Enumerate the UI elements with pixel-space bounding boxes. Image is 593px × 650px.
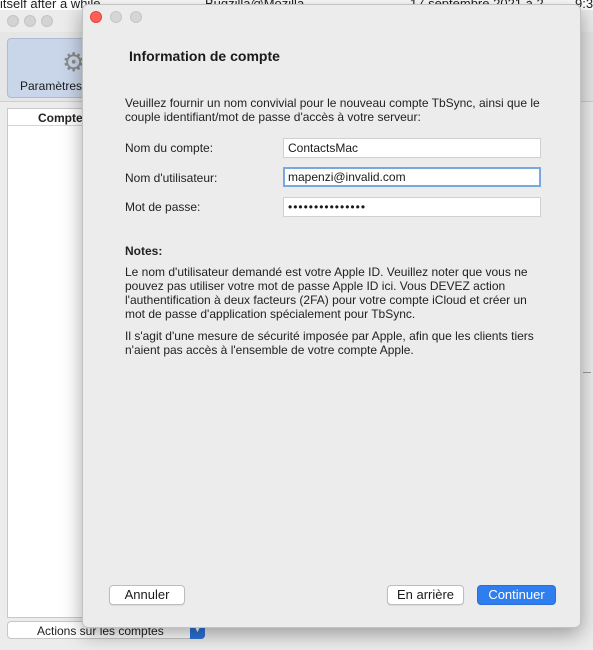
username-label: Nom d'utilisateur:: [125, 171, 218, 185]
password-label: Mot de passe:: [125, 200, 201, 214]
preferences-button[interactable]: ⚙ Paramètres: [7, 38, 87, 98]
accounts-column-label: Compte: [38, 111, 83, 125]
cancel-button[interactable]: Annuler: [109, 585, 185, 605]
zoom-icon: [130, 11, 142, 23]
minimize-icon: [110, 11, 122, 23]
back-close-icon[interactable]: [7, 15, 19, 27]
notes-paragraph-1: Le nom d'utilisateur demandé est votre A…: [125, 265, 528, 321]
accounts-list[interactable]: Compte: [7, 108, 87, 618]
back-button[interactable]: En arrière: [387, 585, 464, 605]
notes-heading: Notes:: [125, 244, 163, 258]
preferences-label: Paramètres: [20, 79, 83, 93]
divider: [583, 372, 591, 376]
account-name-field[interactable]: [283, 138, 541, 158]
account-name-label: Nom du compte:: [125, 141, 214, 155]
close-icon[interactable]: [90, 11, 102, 23]
back-zoom-icon[interactable]: [41, 15, 53, 27]
dialog-title: Information de compte: [129, 48, 280, 64]
username-field[interactable]: [283, 167, 541, 187]
accounts-list-header[interactable]: Compte: [8, 109, 86, 126]
password-field[interactable]: [283, 197, 541, 217]
account-info-dialog: Information de compte Veuillez fournir u…: [82, 4, 581, 628]
intro-text: Veuillez fournir un nom convivial pour l…: [125, 96, 540, 124]
back-minimize-icon[interactable]: [24, 15, 36, 27]
continue-button[interactable]: Continuer: [477, 585, 556, 605]
notes-paragraph-2: Il s'agit d'une mesure de sécurité impos…: [125, 329, 534, 357]
